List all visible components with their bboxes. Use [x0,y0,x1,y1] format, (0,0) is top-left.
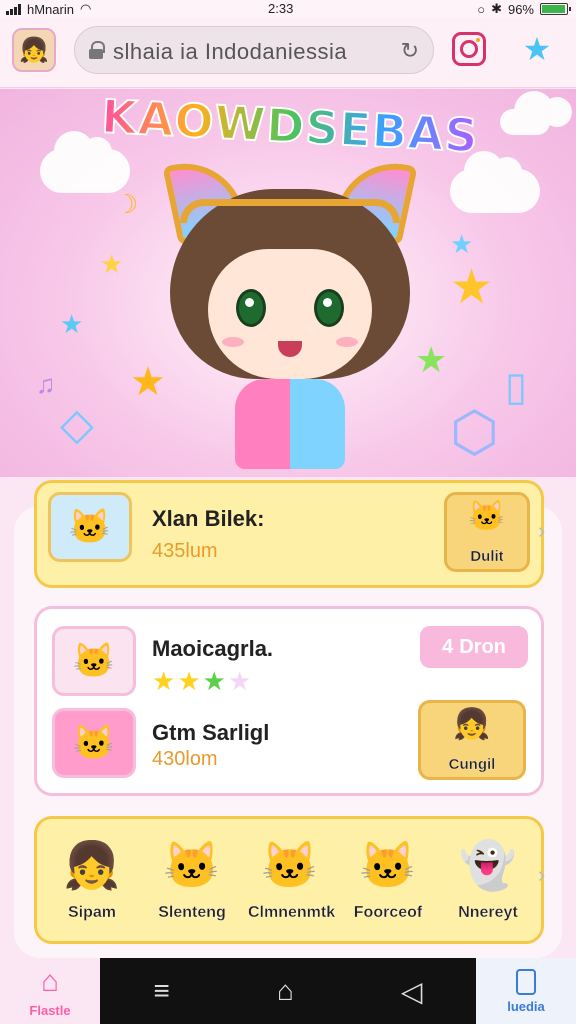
lock-icon [89,41,105,59]
cloud-decoration [450,151,540,213]
character-item[interactable]: 🐱 Foorceof [346,826,430,922]
system-nav-bar: ≡ ⌂ ◁ [100,958,476,1024]
item2-thumbnail: 🐱 [52,708,136,778]
item1-title: Maoicagrla. [152,636,274,661]
star-decoration: ★ [450,229,474,259]
character-name: Nnereyt [458,904,518,921]
home-outline-icon[interactable]: ⌂ [277,975,294,1007]
hero-title: KAOWDSEBAS [99,89,481,164]
tag-character-icon: 👧 [453,708,491,741]
nav-home-tab[interactable]: ⌂ Flastle [0,958,100,1024]
star-decoration: ★ [100,249,124,279]
star-icon[interactable]: ★ [520,31,554,67]
nav-media-tab[interactable]: luedia [476,958,576,1024]
item1-button-icon: 4 [442,635,454,658]
status-time: 2:33 [268,1,294,16]
character-name: Clmnenmtk [248,904,336,921]
cloud-decoration [500,91,572,135]
star-icon: ★ [152,666,176,696]
item1-action-button[interactable]: 4 Dron [420,626,528,668]
featured-subtitle: 435lum [152,540,218,562]
hero-banner: KAOWDSEBAS ★ ★ ★ ★ ★ ★ ☽ ◇ ⬡ ▯ ♫ [0,89,576,477]
music-note-decoration: ♫ [36,369,56,399]
moon-decoration: ☽ [115,189,139,219]
item1-thumbnail: 🐱 [52,626,136,696]
cube-decoration: ◇ [60,400,94,449]
featured-thumbnail: 🐱 [48,492,132,562]
cube-decoration: ⬡ [450,400,499,463]
featured-tag-card[interactable]: 🐱 Dulit [444,492,530,572]
character-item[interactable]: 👧 Sipam [50,826,134,922]
url-text: slhaia ia Indodaniessia [113,39,348,64]
item2-subtitle: 430lom [152,748,218,770]
character-avatar: 🐱 [163,839,221,891]
star-decoration: ★ [60,309,84,339]
nav-home-label: Flastle [29,1002,71,1018]
home-icon: ⌂ [40,964,60,998]
menu-icon[interactable]: ≡ [154,975,170,1007]
character-name: Slenteng [158,904,226,921]
character-item[interactable]: 👻 Nnereyt [446,826,530,922]
chevron-right-icon[interactable]: › [538,862,545,888]
character-name: Foorceof [353,904,423,921]
media-icon [516,968,536,995]
battery-icon [540,3,571,15]
reload-icon[interactable]: ↻ [401,38,419,64]
star-decoration: ★ [450,261,494,314]
status-left: hMnarin ◠ [6,1,91,17]
back-icon[interactable]: ◁ [401,975,423,1008]
featured-title: Xlan Bilek: [152,506,265,531]
potion-decoration: ▯ [505,365,528,409]
star-icon: ★ [202,666,226,696]
star-icon: ★ [177,666,201,696]
status-right: ○ ✱ 96% [477,1,571,17]
hero-character-illustration [160,152,420,469]
browser-toolbar: 👧 slhaia ia Indodaniessia ↻ ★ [0,18,576,88]
character-avatar: 🐱 [261,839,319,891]
camera-icon[interactable] [452,32,486,66]
chevron-right-icon[interactable]: › [538,518,545,544]
character-name: Sipam [67,904,116,921]
bottom-navigation: ⌂ Flastle ≡ ⌂ ◁ luedia [0,958,576,1024]
alarm-icon: ○ [477,1,486,17]
item2-tag-label: Cungil [448,756,496,773]
character-item[interactable]: 🐱 Clmnenmtk [248,826,336,922]
cloud-decoration [40,131,130,193]
status-bar: hMnarin ◠ 2:33 ○ ✱ 96% [0,0,576,18]
profile-avatar[interactable]: 👧 [12,28,56,72]
featured-tag-label: Dulit [470,548,504,565]
signal-icon [6,3,21,15]
character-avatar: 🐱 [359,839,417,891]
tag-character-icon: 🐱 [468,500,506,533]
item2-tag-card[interactable]: 👧 Cungil [418,700,526,780]
character-avatar: 👻 [459,839,517,891]
item2-title: Gtm Sarligl [152,720,270,745]
item1-rating: ★ ★ ★ ★ [152,666,251,697]
wifi-icon: ◠ [79,1,92,16]
item1-button-label: Dron [459,635,506,658]
battery-percent: 96% [507,1,534,17]
character-item[interactable]: 🐱 Slenteng [150,826,234,922]
star-empty-icon: ★ [227,666,252,696]
carrier-name: hMnarin [27,1,74,17]
nav-media-label: luedia [507,998,545,1014]
bluetooth-icon: ✱ [491,1,502,16]
address-bar[interactable]: slhaia ia Indodaniessia ↻ [74,26,434,74]
character-avatar: 👧 [63,839,121,891]
